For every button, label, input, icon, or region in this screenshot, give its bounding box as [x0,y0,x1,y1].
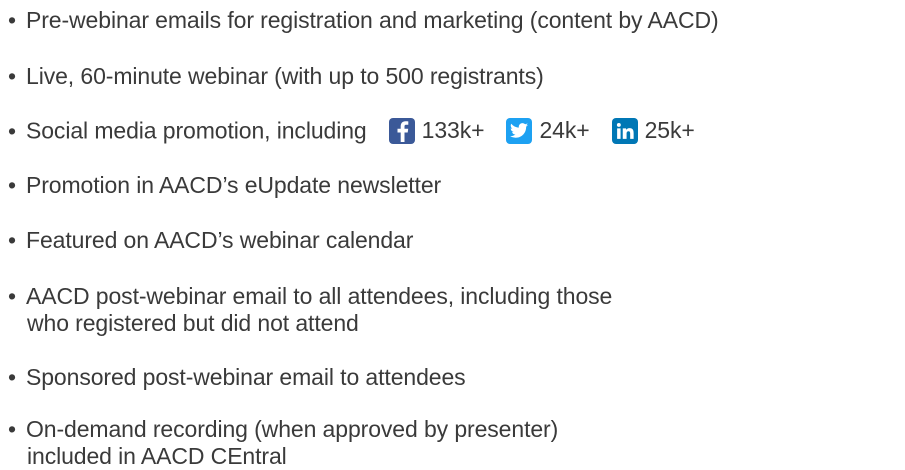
list-item: • Promotion in AACD’s eUpdate newsletter [8,172,441,199]
facebook-icon [388,117,415,144]
linkedin-count: 25k+ [644,117,695,143]
bullet: • [8,227,16,253]
linkedin-icon [611,117,638,144]
twitter-stat: 24k+ [506,117,590,144]
list-item: • AACD post-webinar email to all attendee… [8,283,612,337]
bullet: • [8,364,16,390]
item-text-continued: who registered but did not attend [27,310,359,336]
bullet: • [8,63,16,89]
list-item: • Pre-webinar emails for registration and… [8,7,719,34]
list-item: • Live, 60-minute webinar (with up to 500… [8,63,544,90]
list-item: • Social media promotion, including 133k+… [8,117,695,145]
feature-list: • Pre-webinar emails for registration and… [0,0,905,469]
item-text: Pre-webinar emails for registration and … [26,7,719,33]
twitter-count: 24k+ [539,117,590,143]
list-item: • Featured on AACD’s webinar calendar [8,227,413,254]
item-text: AACD post-webinar email to all attendees… [26,283,613,309]
bullet: • [8,283,16,309]
item-text: Live, 60-minute webinar (with up to 500 … [26,63,544,89]
linkedin-stat: 25k+ [611,117,695,144]
item-text: On-demand recording (when approved by pr… [26,416,559,442]
facebook-count: 133k+ [421,117,485,143]
bullet: • [8,117,16,144]
bullet: • [8,7,16,33]
item-text: Featured on AACD’s webinar calendar [26,227,414,253]
list-item: • On-demand recording (when approved by p… [8,416,558,470]
bullet: • [8,416,16,442]
facebook-stat: 133k+ [388,117,485,144]
list-item: • Sponsored post-webinar email to attende… [8,364,466,391]
item-text: Promotion in AACD’s eUpdate newsletter [26,172,442,198]
item-text: Social media promotion, including [26,117,367,144]
item-text: Sponsored post-webinar email to attendee… [26,364,466,390]
social-stats: 133k+ 24k+ 25k+ [388,117,695,144]
twitter-icon [506,117,533,144]
bullet: • [8,172,16,198]
